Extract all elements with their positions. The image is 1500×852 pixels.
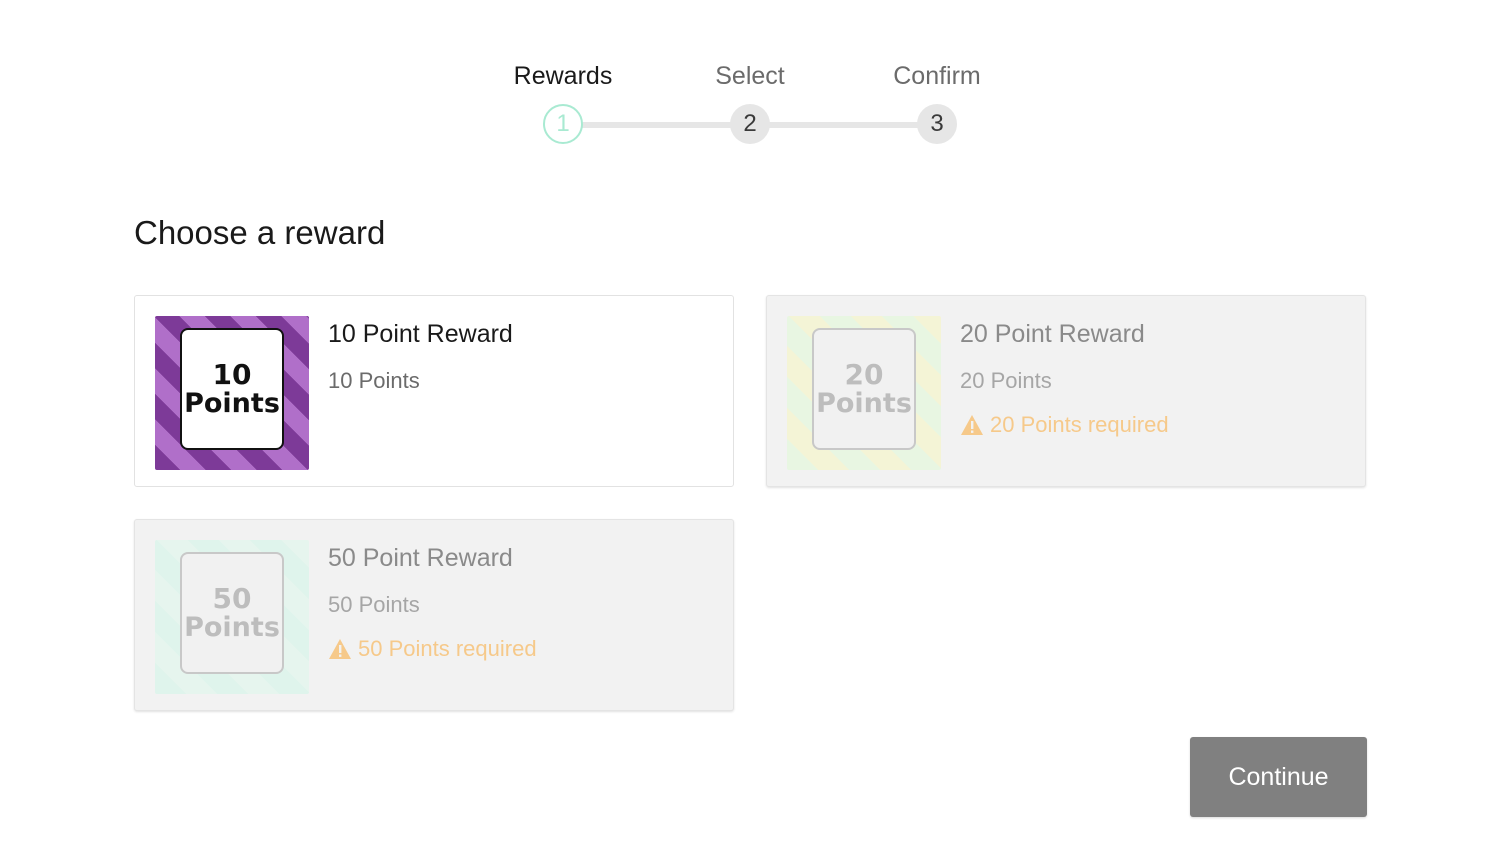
badge-number: 20: [844, 358, 884, 392]
step-indicator-2: 2: [730, 104, 770, 144]
page-title: Choose a reward: [134, 214, 386, 251]
points-required-warning: 20 Points required: [960, 412, 1169, 438]
reward-card-10[interactable]: 10 Points 10 Point Reward 10 Points: [134, 295, 734, 487]
points-badge-50: 50 Points: [180, 552, 284, 674]
step-indicator-1: 1: [543, 104, 583, 144]
reward-image-20: 20 Points: [787, 316, 941, 470]
badge-unit: Points: [184, 387, 280, 419]
step-label-confirm: Confirm: [893, 62, 981, 90]
reward-card-20: 20 Points 20 Point Reward 20 Points 20 P…: [766, 295, 1366, 487]
points-badge-10: 10 Points: [180, 328, 284, 450]
reward-image-10: 10 Points: [155, 316, 309, 470]
reward-points: 20 Points: [960, 368, 1052, 393]
badge-unit: Points: [184, 611, 280, 643]
warning-triangle-icon: [329, 639, 351, 659]
warning-text: 50 Points required: [358, 636, 537, 661]
badge-number: 50: [212, 582, 252, 616]
step-label-rewards: Rewards: [513, 62, 613, 90]
reward-title: 10 Point Reward: [328, 320, 513, 348]
warning-triangle-icon: [961, 415, 983, 435]
reward-title: 50 Point Reward: [328, 544, 513, 572]
reward-points: 10 Points: [328, 368, 420, 393]
warning-text: 20 Points required: [990, 412, 1169, 437]
rewards-page: Rewards Select Confirm 1 2 3 Choose a re…: [0, 0, 1500, 852]
reward-image-50: 50 Points: [155, 540, 309, 694]
reward-card-50: 50 Points 50 Point Reward 50 Points 50 P…: [134, 519, 734, 711]
reward-title: 20 Point Reward: [960, 320, 1145, 348]
step-label-select: Select: [715, 62, 785, 90]
badge-number: 10: [212, 358, 252, 392]
points-badge-20: 20 Points: [812, 328, 916, 450]
continue-button[interactable]: Continue: [1190, 737, 1367, 817]
progress-stepper: Rewards Select Confirm 1 2 3: [0, 58, 1500, 148]
points-required-warning: 50 Points required: [328, 636, 537, 662]
step-indicator-3: 3: [917, 104, 957, 144]
reward-points: 50 Points: [328, 592, 420, 617]
badge-unit: Points: [816, 387, 912, 419]
